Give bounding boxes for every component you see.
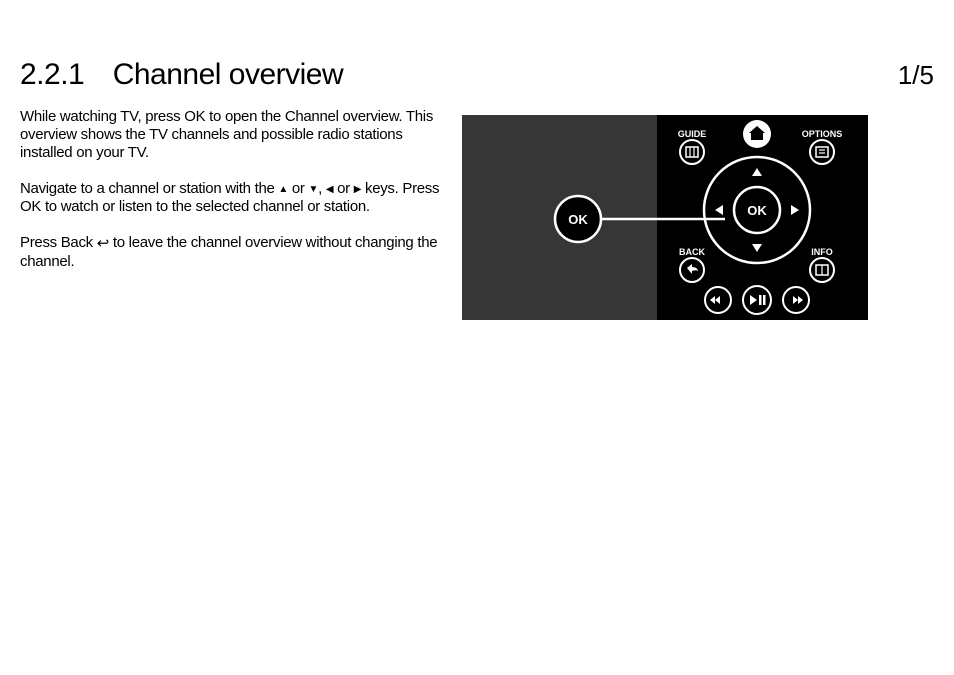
section-title: Channel overview [113,58,343,92]
pause-bar2-icon [763,295,766,305]
page-header: 2.2.1 Channel overview 1/5 [20,58,934,92]
back-label: BACK [679,247,705,257]
paragraph-1: While watching TV, press OK to open the … [20,108,445,162]
down-triangle-icon: ▼ [309,184,319,196]
paragraph-3: Press Back ↩ to leave the channel overvi… [20,234,445,271]
up-triangle-icon: ▲ [278,184,288,196]
body-text: While watching TV, press OK to open the … [20,108,445,289]
paragraph-2: Navigate to a channel or station with th… [20,180,445,216]
page-indicator: 1/5 [898,60,934,91]
pause-bar1-icon [759,295,762,305]
callout-ok-label: OK [568,212,588,227]
guide-label: GUIDE [678,129,707,139]
ok-button-label: OK [747,203,767,218]
options-label: OPTIONS [802,129,843,139]
section-number: 2.2.1 [20,58,84,92]
info-label: INFO [811,247,833,257]
remote-illustration: OK OK GUIDE OPTIONS [462,115,868,320]
manual-page: 2.2.1 Channel overview 1/5 While watchin… [0,0,954,675]
section-heading: 2.2.1 Channel overview [20,58,343,92]
back-arrow-icon: ↩ [97,235,109,253]
